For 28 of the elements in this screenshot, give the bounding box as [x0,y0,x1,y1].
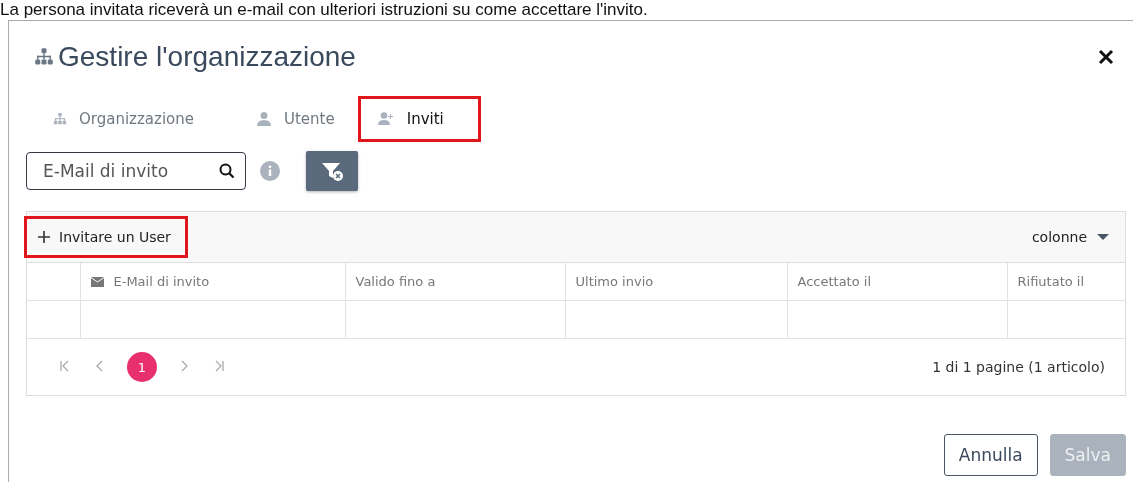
column-header[interactable]: Ultimo invio [575,274,654,289]
clear-filter-button[interactable] [306,151,358,191]
dialog-title: Gestire l'organizzazione [58,41,356,73]
close-icon[interactable] [1097,48,1115,66]
search-icon [219,163,235,179]
page-summary: 1 di 1 pagine (1 articolo) [932,359,1105,375]
search-field[interactable]: E-Mail di invito [26,152,246,190]
user-plus-icon [376,111,395,127]
filter-icon [320,160,344,182]
cancel-button[interactable]: Annulla [943,434,1038,476]
tab[interactable]: Utente [240,99,355,139]
page-button[interactable]: 1 [127,352,157,382]
user-icon [256,111,272,127]
columns-dropdown[interactable]: colonne [1025,228,1115,246]
column-header[interactable]: Accettato il [797,274,872,289]
org-chart-icon [34,47,54,67]
column-header[interactable]: Valido fino a [355,274,436,289]
org-chart-icon [53,112,67,126]
info-icon[interactable] [260,161,280,181]
tab[interactable]: Organizzazione [37,99,234,139]
envelope-icon [90,276,104,287]
column-header[interactable]: E-Mail di invito [113,274,210,289]
invite-user-button[interactable]: Invitare un User [27,219,185,255]
tab[interactable]: Inviti [360,99,478,139]
column-header[interactable]: Rifiutato il [1017,274,1085,289]
caption-text: La persona invitata riceverà un e-mail con ulteriori istruzioni su come accettare l'invito. [0,0,648,20]
plus-icon [37,230,51,244]
caret-icon [1097,233,1109,241]
